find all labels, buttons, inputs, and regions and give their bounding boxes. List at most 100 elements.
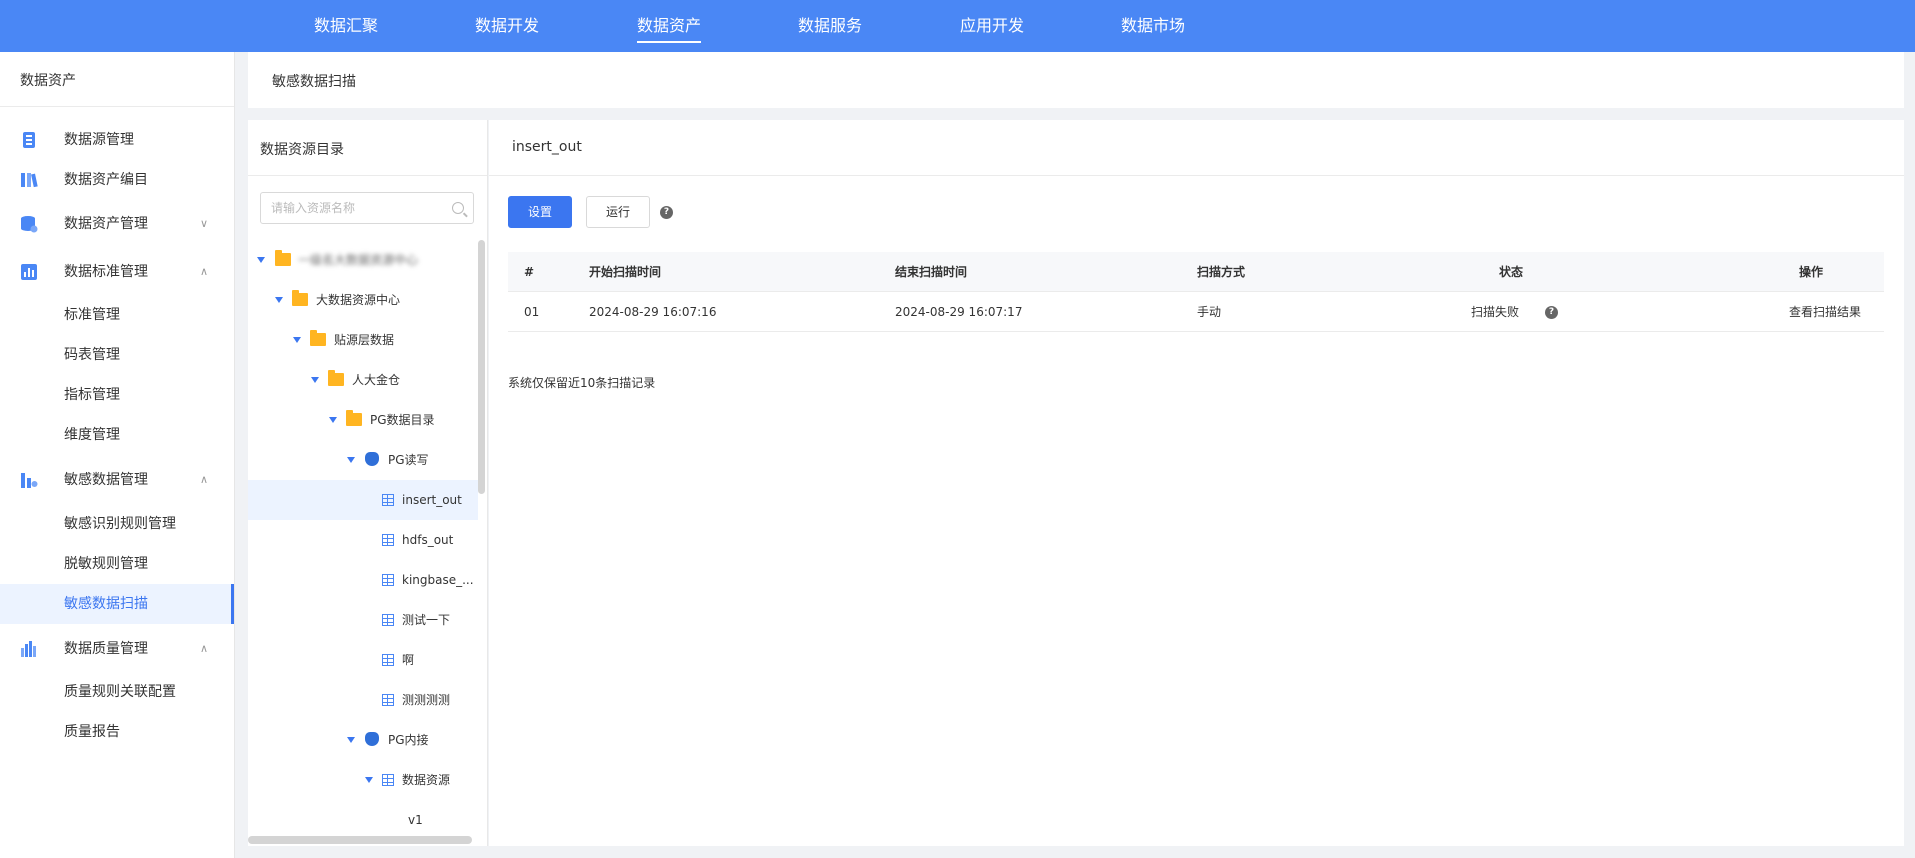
tree-node-bigdata-center[interactable]: 大数据资源中心 <box>248 280 478 320</box>
tree-node-label: PG内接 <box>388 733 429 747</box>
sidebar-item-sensitive-scan[interactable]: 敏感数据扫描 <box>0 584 234 624</box>
tree-node-label: 贴源层数据 <box>334 333 395 347</box>
sidebar-item-catalog[interactable]: 数据资产编目 <box>0 160 234 200</box>
tree-node-source-layer[interactable]: 贴源层数据 <box>248 320 478 360</box>
sidebar-item-label: 敏感数据管理 <box>64 472 148 488</box>
sidebar-item-masking-rules[interactable]: 脱敏规则管理 <box>0 544 234 584</box>
nav-item-data-service[interactable]: 数据服务 <box>798 0 862 52</box>
tree-node-kingbase[interactable]: 人大金仓 <box>248 360 478 400</box>
sidebar-title: 数据资产 <box>20 73 76 89</box>
sidebar-item-label: 脱敏规则管理 <box>64 556 148 572</box>
quality-icon <box>20 640 38 658</box>
nav-item-app-development[interactable]: 应用开发 <box>960 0 1024 52</box>
tree-node-label: 一级名大数据资源中心 <box>298 253 419 267</box>
caret-down-icon[interactable] <box>257 257 265 263</box>
tree-node-label: v1 <box>408 813 423 827</box>
help-icon[interactable]: ? <box>660 206 673 219</box>
sidebar-divider <box>0 106 234 107</box>
sidebar-item-label: 敏感数据扫描 <box>64 596 148 612</box>
tree-node-insert-out[interactable]: insert_out <box>248 480 478 520</box>
tree-node-test[interactable]: 测试一下 <box>248 600 478 640</box>
sidebar-item-datasource[interactable]: 数据源管理 <box>0 120 234 160</box>
sidebar-item-sensitive-rules[interactable]: 敏感识别规则管理 <box>0 504 234 544</box>
settings-button[interactable]: 设置 <box>508 196 572 228</box>
top-nav: 数据汇聚 数据开发 数据资产 数据服务 应用开发 数据市场 <box>0 0 1915 52</box>
datasource-icon <box>20 131 38 149</box>
tree-node-label: kingbase_... <box>402 573 474 587</box>
nav-item-data-aggregation[interactable]: 数据汇聚 <box>314 0 378 52</box>
folder-icon <box>310 330 326 346</box>
tree-node-pg-inner[interactable]: PG内接 <box>248 720 478 760</box>
tree-node-label: 大数据资源中心 <box>316 293 401 307</box>
tree-node-hdfs-out[interactable]: hdfs_out <box>248 520 478 560</box>
caret-down-icon[interactable] <box>275 297 283 303</box>
sidebar-item-label: 敏感识别规则管理 <box>64 516 176 532</box>
sidebar-item-label: 指标管理 <box>64 387 120 403</box>
sidebar-item-label: 标准管理 <box>64 307 120 323</box>
sidebar-item-quality-report[interactable]: 质量报告 <box>0 712 234 752</box>
tree-node-root[interactable]: 一级名大数据资源中心 <box>248 240 478 280</box>
page-title: 敏感数据扫描 <box>272 74 356 90</box>
sidebar-item-indicator[interactable]: 指标管理 <box>0 375 234 415</box>
table-icon <box>382 534 394 546</box>
sidebar-item-asset-management[interactable]: 数据资产管理 ∨ <box>0 204 234 244</box>
column-header-actions: 操作 <box>1799 265 1824 279</box>
tree-node-a[interactable]: 啊 <box>248 640 478 680</box>
postgresql-icon <box>365 452 379 466</box>
sidebar-item-label: 质量规则关联配置 <box>64 684 176 700</box>
caret-down-icon[interactable] <box>311 377 319 383</box>
caret-down-icon[interactable] <box>293 337 301 343</box>
sidebar-item-quality-rules[interactable]: 质量规则关联配置 <box>0 672 234 712</box>
cell-index: 01 <box>524 305 540 319</box>
sidebar-item-standard[interactable]: 标准管理 <box>0 295 234 335</box>
catalog-icon <box>20 171 38 189</box>
tree-horizontal-scrollbar[interactable] <box>248 836 472 844</box>
sidebar-item-label: 维度管理 <box>64 427 120 443</box>
tree-node-test4[interactable]: 测测测测 <box>248 680 478 720</box>
chevron-up-icon: ∧ <box>200 265 209 278</box>
view-scan-result-link[interactable]: 查看扫描结果 <box>1789 292 1861 332</box>
caret-down-icon[interactable] <box>365 777 373 783</box>
tree-title: 数据资源目录 <box>260 142 344 158</box>
folder-icon <box>292 290 308 306</box>
sidebar: 数据资产 数据源管理 数据资产编目 数据资产管理 ∨ 数据标准管理 ∧ 标准管理… <box>0 52 235 858</box>
tree-node-kingbase-table[interactable]: kingbase_... <box>248 560 478 600</box>
nav-item-data-market[interactable]: 数据市场 <box>1121 0 1185 52</box>
standard-icon <box>20 263 38 281</box>
nav-item-data-development[interactable]: 数据开发 <box>475 0 539 52</box>
retention-note: 系统仅保留近10条扫描记录 <box>508 376 656 390</box>
folder-icon <box>328 370 344 386</box>
sidebar-item-label: 数据源管理 <box>64 132 134 148</box>
sidebar-item-label: 质量报告 <box>64 724 120 740</box>
sidebar-item-quality-management[interactable]: 数据质量管理 ∧ <box>0 629 234 669</box>
sidebar-item-sensitive-management[interactable]: 敏感数据管理 ∧ <box>0 460 234 500</box>
tree-node-v1[interactable]: v1 <box>248 800 478 840</box>
table-icon <box>382 614 394 626</box>
tree-node-pg-catalog[interactable]: PG数据目录 <box>248 400 478 440</box>
column-header-end-time: 结束扫描时间 <box>895 265 968 279</box>
status-help-icon[interactable]: ? <box>1545 306 1558 319</box>
table-icon <box>382 654 394 666</box>
caret-down-icon[interactable] <box>347 737 355 743</box>
chevron-up-icon: ∧ <box>200 473 209 486</box>
resource-title: insert_out <box>512 139 582 155</box>
caret-down-icon[interactable] <box>329 417 337 423</box>
run-button[interactable]: 运行 <box>586 196 650 228</box>
tree-vertical-scrollbar[interactable] <box>478 240 485 494</box>
resource-search-input[interactable] <box>271 199 441 217</box>
table-icon <box>382 574 394 586</box>
caret-down-icon[interactable] <box>347 457 355 463</box>
sidebar-item-standard-management[interactable]: 数据标准管理 ∧ <box>0 252 234 292</box>
tree-node-label: 数据资源 <box>402 773 451 787</box>
tree-node-data-resource[interactable]: 数据资源 <box>248 760 478 800</box>
sidebar-item-dimension[interactable]: 维度管理 <box>0 415 234 455</box>
tree-divider <box>248 175 487 176</box>
sidebar-item-code-table[interactable]: 码表管理 <box>0 335 234 375</box>
database-icon <box>20 215 38 233</box>
tree-node-pg-readwrite[interactable]: PG读写 <box>248 440 478 480</box>
sidebar-item-label: 数据资产编目 <box>64 172 148 188</box>
search-icon[interactable] <box>452 202 464 214</box>
tree-node-label: hdfs_out <box>402 533 454 547</box>
column-header-start-time: 开始扫描时间 <box>589 265 662 279</box>
nav-item-data-assets[interactable]: 数据资产 <box>637 0 702 52</box>
